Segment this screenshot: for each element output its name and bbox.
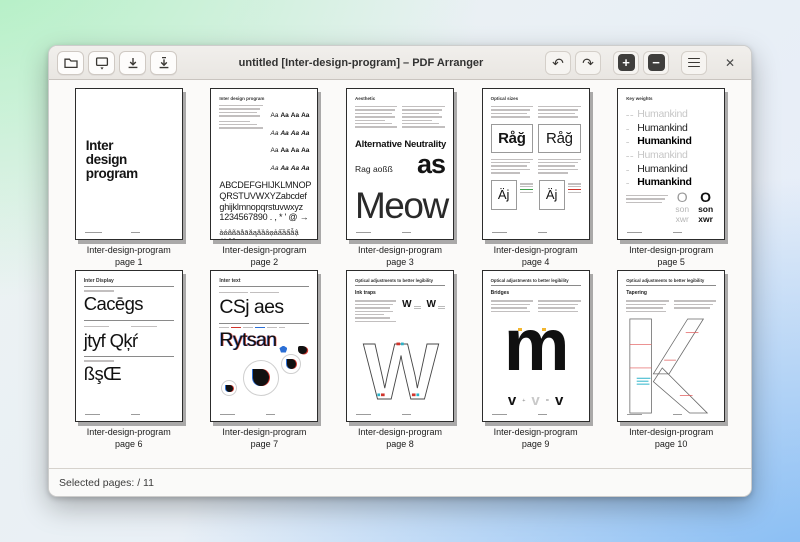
m-diagram: m [503, 302, 570, 386]
page-thumbnail-6[interactable]: Inter Display Cacēgs jtyf Qķŕ ßşŒ Inter-… [74, 270, 183, 450]
page-thumbnail-3[interactable]: Aesthetic Alternative Neutrality Rag aoß… [345, 88, 454, 268]
page-preview-2: Inter design program Aa Aa Aa Aa Aa Aa Aa Aa A… [210, 88, 319, 240]
toolbar-left [57, 50, 177, 75]
micro-label [83, 290, 114, 292]
page-preview-8: Optical adjustments to better legibility… [345, 270, 454, 423]
chromatic-detail-circles [219, 345, 309, 400]
close-button[interactable]: ✕ [717, 51, 743, 75]
page-thumbnail-2[interactable]: Inter design program Aa Aa Aa Aa Aa Aa Aa Aa A… [210, 88, 319, 268]
export-button[interactable] [150, 50, 177, 75]
folder-open-icon [63, 58, 78, 68]
redo-icon: ↷ [582, 54, 594, 71]
menu-button[interactable] [681, 50, 707, 75]
page-preview-4: Optical sizes Råğ Råğ Äj Äj [481, 88, 590, 240]
character-set: ABCDEFGHIJKLMNOP QRSTUVWXYZabcdef ghijkl… [219, 180, 312, 223]
micro-text [219, 103, 264, 174]
page-preview-9: Optical adjustments to better legibility… [481, 270, 590, 423]
cover-title: Inter design program [85, 138, 138, 182]
svg-text:W: W [363, 328, 439, 408]
aj-specimens: Äj Äj [490, 179, 581, 210]
redo-button[interactable]: ↷ [575, 50, 601, 75]
black-shape [298, 345, 308, 354]
save-icon [95, 56, 108, 70]
weight-grid: Aa Aa Aa Aa Aa Aa Aa Aa Aa Aa Aa Aa Aa Aa Aa Aa [270, 112, 310, 172]
page-thumbnail-10[interactable]: Optical adjustments to better legibility… [617, 270, 726, 450]
arrow-down-to-line-icon [128, 57, 137, 68]
headerbar: untitled [Inter-design-program] – PDF Ar… [49, 46, 751, 80]
page-caption: Inter-design-program page 2 [222, 245, 307, 267]
page-thumbnail-9[interactable]: Optical adjustments to better legibility… [481, 270, 590, 450]
arrow-down-between-lines-icon [159, 56, 168, 68]
save-button[interactable] [88, 50, 115, 75]
page-caption: Inter-design-program page 6 [86, 427, 171, 450]
page-caption: Inter-design-program page 10 [629, 427, 714, 450]
outlined-k-diagram [629, 318, 709, 414]
page-thumbnail-5[interactable]: Key weights – – Humankind – Humankind – Hum… [617, 88, 726, 268]
glyph-equation: v + v = v [507, 392, 564, 410]
page-caption: Inter-design-program page 8 [357, 427, 442, 450]
close-icon: ✕ [724, 55, 736, 70]
selected-pages-label: Selected pages: / 11 [59, 476, 154, 489]
w-comparison: W W [402, 298, 445, 324]
outlined-w-diagram: W [363, 328, 440, 408]
statusbar: Selected pages: / 11 [49, 468, 751, 496]
micro-label [83, 324, 174, 329]
page-caption: Inter-design-program page 7 [222, 427, 307, 450]
page-preview-1: Inter design program [74, 88, 183, 240]
colored-note [219, 326, 309, 329]
zoom-in-button[interactable]: + [613, 50, 639, 75]
accented-characters: àáâãäåāăąǎȁȃạảấầẩẫậ ắằẳẵặçćĉċčèéêëēĕėęě … [219, 227, 299, 239]
page-caption: Inter-design-program page 1 [86, 245, 171, 267]
hamburger-menu-icon [688, 57, 700, 68]
zoom-in-icon: + [617, 54, 635, 71]
micro-text [490, 157, 581, 176]
toolbar-right: ↶ ↷ + − ✕ [545, 50, 743, 75]
micro-text [354, 104, 445, 130]
page-preview-10: Optical adjustments to better legibility… [617, 270, 726, 423]
page-preview-5: Key weights – – Humankind – Humankind – Hum… [617, 88, 726, 240]
thumbnail-grid: Inter design program Inter-design-progra… [49, 80, 751, 468]
page-thumbnail-7[interactable]: Inter text CSj aes Rytsan Inter-design-p… [210, 270, 319, 450]
import-button[interactable] [119, 50, 146, 75]
undo-button[interactable]: ↶ [545, 50, 571, 75]
micro-label [219, 290, 280, 295]
weight-rows: – – Humankind – Humankind – Humankind – – Hu… [626, 108, 692, 189]
undo-icon: ↶ [552, 54, 564, 71]
page-preview-3: Aesthetic Alternative Neutrality Rag aoß… [345, 88, 454, 240]
page-thumbnail-4[interactable]: Optical sizes Råğ Råğ Äj Äj Inter-design… [481, 88, 590, 268]
o-specimens: O son xwr O son xwr [675, 188, 714, 224]
page-preview-6: Inter Display Cacēgs jtyf Qķŕ ßşŒ [74, 270, 183, 423]
pdf-arranger-window: untitled [Inter-design-program] – PDF Ar… [48, 45, 752, 497]
page-caption: Inter-design-program page 9 [493, 427, 578, 450]
micro-text [626, 194, 669, 204]
zoom-out-button[interactable]: − [643, 50, 669, 75]
page-preview-7: Inter text CSj aes Rytsan [210, 270, 319, 423]
micro-text [626, 298, 717, 314]
zoom-out-icon: − [647, 54, 665, 71]
micro-text [490, 104, 581, 120]
micro-text [354, 298, 397, 324]
page-caption: Inter-design-program page 3 [357, 245, 442, 267]
optical-size-specimens: Råğ Råğ [490, 123, 581, 153]
window-title: untitled [Inter-design-program] – PDF Ar… [238, 56, 484, 69]
open-button[interactable] [57, 50, 84, 75]
micro-label [83, 360, 114, 362]
page-thumbnail-8[interactable]: Optical adjustments to better legibility… [345, 270, 454, 450]
page-caption: Inter-design-program page 5 [629, 245, 714, 267]
page-caption: Inter-design-program page 4 [493, 245, 578, 267]
page-thumbnail-1[interactable]: Inter design program Inter-design-progra… [74, 88, 183, 268]
